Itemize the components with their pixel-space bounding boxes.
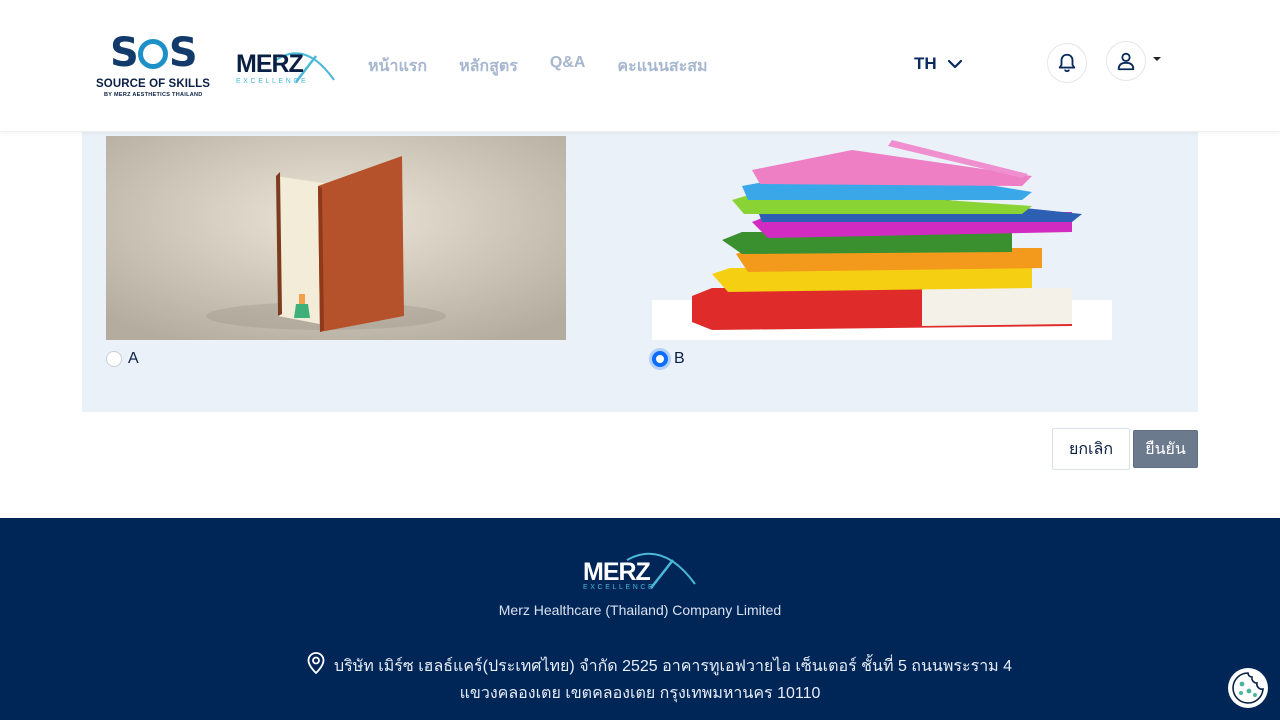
option-a-image[interactable] bbox=[106, 136, 566, 340]
option-b-image[interactable] bbox=[652, 136, 1112, 340]
location-pin-icon bbox=[307, 652, 325, 674]
book-stack-illustration bbox=[652, 136, 1112, 340]
site-header: SS SOURCE OF SKILLS BY MERZ AESTHETICS T… bbox=[0, 0, 1280, 132]
nav-courses[interactable]: หลักสูตร bbox=[459, 54, 518, 79]
bell-icon bbox=[1058, 53, 1076, 73]
sos-wordmark: SS bbox=[110, 30, 198, 76]
main-nav: หน้าแรก หลักสูตร Q&A คะแนนสะสม bbox=[368, 54, 708, 79]
option-b-radio[interactable] bbox=[652, 351, 668, 367]
nav-qa[interactable]: Q&A bbox=[550, 54, 586, 79]
merz-logo[interactable]: MERZ EXCELLENCE bbox=[236, 46, 336, 88]
sos-tagline: SOURCE OF SKILLS bbox=[96, 78, 211, 90]
quiz-options-panel: A B bbox=[82, 132, 1198, 412]
sos-logo[interactable]: SS SOURCE OF SKILLS BY MERZ AESTHETICS T… bbox=[96, 30, 220, 102]
user-icon bbox=[1117, 52, 1135, 71]
footer-address-line-2: แขวงคลองเตย เขตคลองเตย กรุงเทพมหานคร 101… bbox=[459, 685, 821, 702]
nav-points[interactable]: คะแนนสะสม bbox=[617, 54, 707, 79]
user-menu-button[interactable] bbox=[1106, 41, 1146, 81]
option-b-label[interactable]: B bbox=[674, 350, 685, 368]
footer-company-name: Merz Healthcare (Thailand) Company Limit… bbox=[498, 602, 782, 618]
chevron-down-icon bbox=[947, 59, 962, 69]
option-a-radio-row[interactable]: A bbox=[106, 350, 139, 368]
footer-merz-tagline: EXCELLENCE bbox=[583, 584, 656, 591]
option-a-radio[interactable] bbox=[106, 351, 122, 367]
nav-home[interactable]: หน้าแรก bbox=[368, 54, 427, 79]
merz-wordmark: MERZ bbox=[236, 50, 304, 78]
language-label: TH bbox=[914, 54, 937, 73]
cancel-button[interactable]: ยกเลิก bbox=[1052, 428, 1130, 470]
footer-merz-wordmark: MERZ bbox=[583, 558, 651, 586]
footer-merz-logo: MERZ EXCELLENCE bbox=[583, 544, 699, 592]
notification-button[interactable] bbox=[1047, 43, 1087, 83]
merz-tagline: EXCELLENCE bbox=[236, 78, 309, 85]
language-selector[interactable]: TH bbox=[914, 54, 963, 74]
confirm-button[interactable]: ยืนยัน bbox=[1133, 430, 1198, 468]
option-a-label[interactable]: A bbox=[128, 350, 139, 368]
sos-subline: BY MERZ AESTHETICS THAILAND bbox=[104, 92, 203, 98]
cookie-icon bbox=[1232, 672, 1264, 704]
sos-o-ring bbox=[137, 39, 168, 69]
cookie-settings-button[interactable] bbox=[1228, 668, 1268, 708]
option-b-radio-row[interactable]: B bbox=[652, 350, 685, 368]
footer-address-line-1: บริษัท เมิร์ซ เฮลธ์แคร์(ประเทศไทย) จำกัด… bbox=[334, 658, 1013, 675]
user-menu-caret-icon[interactable] bbox=[1153, 57, 1161, 61]
open-book-door-illustration bbox=[106, 136, 566, 340]
site-footer: MERZ EXCELLENCE Merz Healthcare (Thailan… bbox=[0, 518, 1280, 720]
